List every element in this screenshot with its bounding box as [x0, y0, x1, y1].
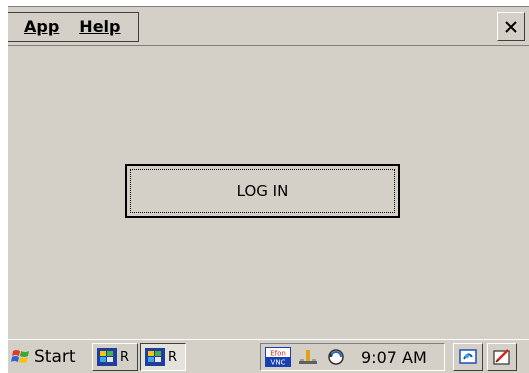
system-tray: Efon VNC 9:07 AM	[260, 343, 445, 371]
login-button[interactable]: LOG IN	[125, 164, 400, 218]
menu-help-label: Help	[79, 17, 121, 36]
start-button[interactable]: Start	[8, 343, 80, 371]
taskbar: Start R R Efon VNC 9:07 AM	[8, 339, 529, 373]
main-content: LOG IN	[8, 46, 529, 341]
desktop-button[interactable]	[453, 343, 483, 371]
menu-app[interactable]: App	[14, 13, 69, 41]
menu-app-label: App	[24, 17, 60, 36]
vnc-top-text: Efon	[270, 350, 286, 358]
taskbar-button-1-label: R	[120, 349, 130, 365]
menu-bar: App Help	[8, 6, 529, 46]
taskbar-button-1[interactable]: R	[92, 343, 138, 371]
start-label: Start	[34, 347, 76, 367]
menu-help[interactable]: Help	[69, 13, 130, 41]
close-button[interactable]	[497, 12, 525, 41]
device-screen: App Help LOG IN Start R R Efon VNC 9:07 …	[8, 6, 529, 373]
windows-flag-icon	[11, 350, 29, 363]
pen-input-icon	[493, 349, 510, 365]
desktop-icon	[459, 349, 477, 364]
app-icon	[145, 348, 165, 366]
taskbar-button-2-label: R	[168, 349, 178, 365]
menu-group: App Help	[8, 12, 140, 42]
vnc-bottom-text: VNC	[271, 359, 286, 367]
close-icon	[505, 20, 517, 33]
clock[interactable]: 9:07 AM	[361, 348, 427, 367]
app-icon	[97, 348, 117, 366]
network-icon[interactable]	[297, 347, 319, 367]
input-panel-button[interactable]	[487, 343, 517, 371]
login-button-label: LOG IN	[236, 182, 289, 200]
vnc-icon[interactable]: Efon VNC	[265, 347, 291, 367]
sync-icon[interactable]	[325, 347, 347, 367]
taskbar-button-2[interactable]: R	[140, 343, 186, 371]
